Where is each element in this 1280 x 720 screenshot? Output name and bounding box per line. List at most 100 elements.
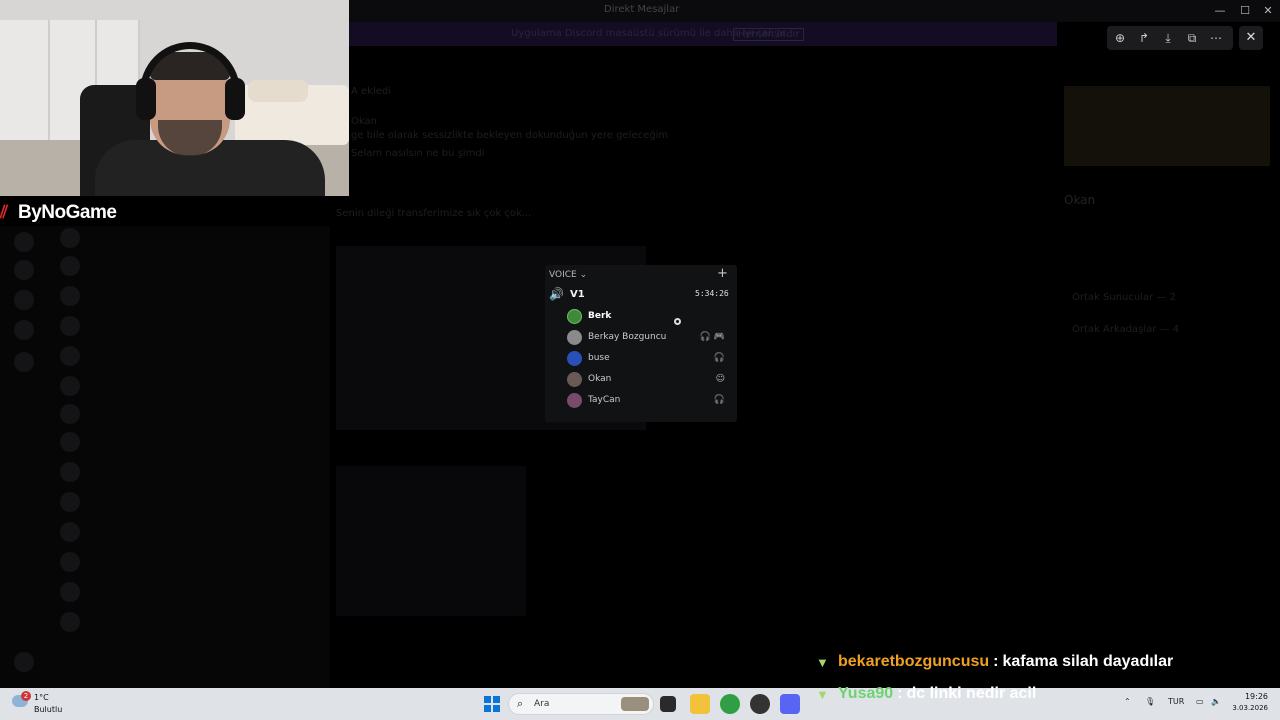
app-banner: Uygulama Discord masaüstü sürümü ile dah…	[349, 22, 1057, 46]
voice-header[interactable]: VOICE ⌄	[549, 270, 587, 280]
webcam-feed	[0, 0, 349, 196]
volume-icon[interactable]: 🔈	[1211, 697, 1221, 706]
member-name: TayCan	[588, 395, 621, 405]
obs-icon[interactable]	[750, 694, 770, 714]
channel-name: V1	[569, 288, 585, 300]
notification-badge: 2	[21, 691, 31, 701]
dm-avatar	[60, 432, 80, 452]
voice-member[interactable]: Okan ☺	[567, 370, 733, 388]
language-indicator[interactable]: TUR	[1168, 697, 1184, 706]
chat-username: Yusa90	[838, 685, 894, 702]
profile-name: Okan	[1064, 193, 1096, 207]
add-channel-button[interactable]: +	[717, 266, 728, 281]
streamer-logo: ⫽ ByNoGame	[0, 200, 117, 226]
user-avatar	[14, 652, 34, 672]
dm-avatar	[60, 404, 80, 424]
minimize-button[interactable]: —	[1207, 2, 1233, 20]
clock-date: 3.03.2026	[1232, 704, 1268, 712]
share-icon[interactable]: ↱	[1135, 29, 1153, 47]
voice-channel-panel: VOICE ⌄ + 🔊 V1 5:34:26 Berk Berkay Bozgu…	[545, 265, 737, 422]
dm-avatar	[60, 552, 80, 572]
chat-message: ▼ Yusa90 : dc linki nedir acil	[816, 685, 1037, 702]
zoom-in-icon[interactable]: ⊕	[1111, 29, 1129, 47]
mutual-friends: Ortak Arkadaşlar — 4	[1072, 324, 1180, 335]
dm-avatar	[60, 228, 80, 248]
network-icon[interactable]: ▭	[1196, 697, 1204, 706]
dm-avatar	[60, 582, 80, 602]
avatar	[567, 329, 582, 345]
dm-avatar	[60, 376, 80, 396]
server-icon	[14, 352, 34, 372]
server-icon	[14, 232, 34, 252]
profile-banner	[1064, 86, 1270, 166]
viewer-close-button[interactable]: ✕	[1239, 26, 1263, 50]
chat-message: ▼ bekaretbozguncusu : kafama silah dayad…	[816, 653, 1174, 670]
window-title: Direkt Mesajlar	[604, 4, 680, 15]
server-icon	[14, 260, 34, 280]
task-view-icon[interactable]	[660, 696, 676, 712]
member-name: Berk	[588, 311, 612, 321]
status-icon: ☺	[715, 374, 725, 384]
dm-avatar	[60, 346, 80, 366]
speaker-icon: 🔊	[549, 287, 564, 301]
voice-member[interactable]: TayCan 🎧	[567, 391, 733, 409]
chevron-down-icon: ⌄	[579, 270, 588, 280]
window-close-button[interactable]: ✕	[1255, 2, 1280, 20]
bg-message: Senin dileği transferimize sık çok çok..…	[336, 208, 532, 219]
deafened-icon: 🎧	[713, 395, 725, 405]
voice-channel-v1[interactable]: 🔊 V1	[549, 287, 585, 301]
voice-header-label: VOICE	[549, 270, 577, 280]
voice-timer: 5:34:26	[695, 289, 729, 298]
dm-avatar	[60, 522, 80, 542]
bg-message: A ekledi	[351, 86, 392, 97]
file-explorer-icon[interactable]	[690, 694, 710, 714]
mouse-cursor	[674, 318, 681, 325]
start-button[interactable]	[484, 696, 500, 712]
deafened-icon: 🎧	[713, 353, 725, 363]
search-icon: ⌕	[517, 697, 524, 710]
dm-avatar	[60, 286, 80, 306]
weather-desc: Bulutlu	[34, 705, 63, 714]
download-icon[interactable]: ⤓	[1159, 29, 1177, 47]
dm-sidebar	[0, 226, 330, 688]
more-icon[interactable]: ⋯	[1207, 29, 1225, 47]
dm-avatar	[60, 492, 80, 512]
dm-avatar	[60, 256, 80, 276]
member-name: Okan	[588, 374, 612, 384]
viewer-badge-icon: ▼	[816, 654, 829, 670]
taskbar-search[interactable]: ⌕ Ara	[508, 693, 654, 715]
server-icon	[14, 290, 34, 310]
window-titlebar: Direkt Mesajlar — ☐ ✕	[349, 0, 1280, 22]
bg-voice-copy	[336, 466, 526, 616]
search-highlight-image	[621, 697, 649, 711]
chat-text: dc linki nedir acil	[906, 685, 1037, 702]
avatar	[567, 392, 582, 408]
voice-member[interactable]: Berkay Bozguncu 🎧 🎮	[567, 328, 733, 346]
mutual-servers: Ortak Sunucular — 2	[1072, 292, 1176, 303]
bg-message: Selam nasılsın ne bu şimdi	[351, 148, 485, 159]
member-name: buse	[588, 353, 610, 363]
chrome-icon[interactable]	[720, 694, 740, 714]
system-clock[interactable]: 19:26 3.03.2026	[1226, 692, 1268, 712]
discord-icon[interactable]	[780, 694, 800, 714]
chevron-up-icon[interactable]: ⌃	[1124, 697, 1131, 706]
weather-temp: 1°C	[34, 693, 49, 702]
avatar	[567, 371, 582, 387]
brand-mark-icon: ⫽	[0, 202, 9, 223]
bg-message: Okan	[351, 116, 377, 127]
open-external-icon[interactable]: ⧉	[1183, 29, 1201, 47]
member-name: Berkay Bozguncu	[588, 332, 667, 342]
avatar	[567, 308, 582, 324]
voice-member[interactable]: Berk	[567, 307, 733, 325]
viewer-badge-icon: ▼	[816, 686, 829, 702]
clock-time: 19:26	[1244, 692, 1268, 701]
microphone-icon[interactable]: 🎙	[1145, 697, 1155, 706]
banner-action-button[interactable]: Hemen indir	[733, 28, 805, 41]
server-icon	[14, 320, 34, 340]
dm-avatar	[60, 462, 80, 482]
voice-member[interactable]: buse 🎧	[567, 349, 733, 367]
bg-message: ge bile olarak sessizlikte bekleyen doku…	[351, 130, 669, 141]
search-placeholder: Ara	[534, 699, 550, 709]
dm-avatar	[60, 316, 80, 336]
dm-avatar	[60, 612, 80, 632]
